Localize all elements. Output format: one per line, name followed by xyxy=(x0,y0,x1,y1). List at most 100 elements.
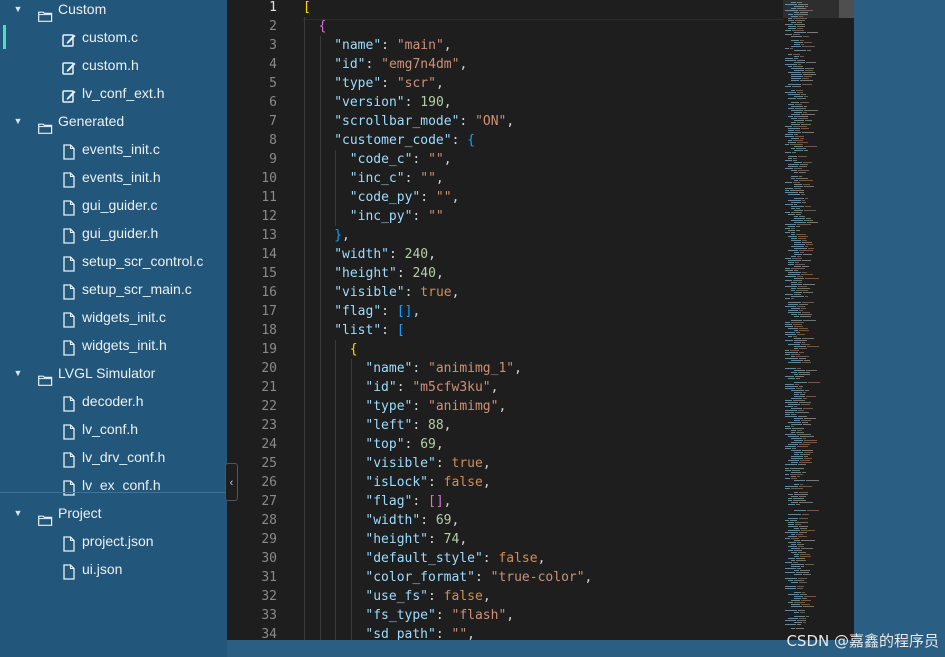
code-line[interactable]: "list": [ xyxy=(334,321,404,340)
file-icon xyxy=(62,281,76,300)
code-line[interactable]: "color_format": "true-color", xyxy=(365,568,592,587)
folder-custom[interactable]: ▼ Custom xyxy=(0,0,227,23)
code-line[interactable]: "flag": [], xyxy=(365,492,451,511)
code-editor[interactable]: 1 2 3 4 5 6 7 8 9 10 11 12 13 14 15 16 17 18 19 20 21 22 23 24 2… xyxy=(227,0,854,640)
code-token: } xyxy=(334,228,343,243)
folder-project[interactable]: ▼ Project xyxy=(0,499,227,527)
code-token: "" xyxy=(428,209,444,224)
code-line[interactable]: "visible": true, xyxy=(365,454,490,473)
code-line[interactable]: "name": "main", xyxy=(334,36,451,55)
code-line[interactable]: "type": "scr", xyxy=(334,74,444,93)
code-token: , xyxy=(459,532,468,547)
code-line[interactable]: "id": "emg7n4dm", xyxy=(334,55,467,74)
tree-item-label: widgets_init.h xyxy=(82,337,167,353)
active-file-marker xyxy=(3,25,6,49)
code-token: : xyxy=(428,475,444,490)
vertical-scrollbar-thumb[interactable] xyxy=(839,0,854,18)
file-widgets-init-h[interactable]: widgets_init.h xyxy=(0,331,227,359)
file-lv-drv-conf-h[interactable]: lv_drv_conf.h xyxy=(0,443,227,471)
code-token: "visible" xyxy=(334,285,405,300)
line-number: 2 xyxy=(269,19,277,34)
tree-item-label: LVGL Simulator xyxy=(58,365,156,381)
code-line[interactable]: "top": 69, xyxy=(365,435,443,454)
file-events-init-c[interactable]: events_init.c xyxy=(0,135,227,163)
file-gui-guider-c[interactable]: gui_guider.c xyxy=(0,191,227,219)
code-token: : xyxy=(404,437,421,452)
code-line[interactable]: { xyxy=(319,17,327,36)
code-line[interactable]: "isLock": false, xyxy=(365,473,490,492)
code-line[interactable]: "visible": true, xyxy=(334,283,459,302)
chevron-down-icon[interactable]: ▼ xyxy=(12,0,24,23)
code-line[interactable]: "customer_code": { xyxy=(334,131,475,150)
chevron-down-icon[interactable]: ▼ xyxy=(12,499,24,527)
folder-open-icon xyxy=(38,367,53,386)
code-line[interactable]: "default_style": false, xyxy=(365,549,545,568)
code-line[interactable]: "fs_type": "flash", xyxy=(365,606,514,625)
line-number: 15 xyxy=(261,266,277,281)
code-line[interactable]: "height": 74, xyxy=(365,530,467,549)
file-custom-c[interactable]: custom.c xyxy=(0,23,227,51)
code-token: "type" xyxy=(334,76,382,91)
code-token: "version" xyxy=(334,95,405,110)
code-line[interactable]: "code_py": "", xyxy=(350,188,460,207)
tree-item-label: decoder.h xyxy=(82,393,144,409)
chevron-down-icon[interactable]: ▼ xyxy=(12,107,24,135)
code-line[interactable]: "flag": [], xyxy=(334,302,420,321)
file-custom-h[interactable]: custom.h xyxy=(0,51,227,79)
code-line[interactable]: "type": "animimg", xyxy=(365,397,506,416)
code-token: "true-color" xyxy=(490,570,585,585)
code-line[interactable]: [ xyxy=(303,0,311,17)
code-line[interactable]: "width": 69, xyxy=(365,511,459,530)
code-line[interactable]: }, xyxy=(334,226,350,245)
folder-generated[interactable]: ▼ Generated xyxy=(0,107,227,135)
code-token: : xyxy=(412,361,429,376)
code-line[interactable]: "inc_py": "" xyxy=(350,207,444,226)
code-line[interactable]: "version": 190, xyxy=(334,93,451,112)
file-icon xyxy=(62,141,76,160)
file-project-json[interactable]: project.json xyxy=(0,527,227,555)
code-line[interactable]: "scrollbar_mode": "ON", xyxy=(334,112,514,131)
code-line[interactable]: "id": "m5cfw3ku", xyxy=(365,378,498,397)
code-line[interactable]: "name": "animimg_1", xyxy=(365,359,522,378)
line-number: 32 xyxy=(261,589,277,604)
tree-item-label: Custom xyxy=(58,1,107,17)
file-decoder-h[interactable]: decoder.h xyxy=(0,387,227,415)
file-widgets-init-c[interactable]: widgets_init.c xyxy=(0,303,227,331)
code-line[interactable]: "use_fs": false, xyxy=(365,587,490,606)
code-line[interactable]: "width": 240, xyxy=(334,245,436,264)
code-token: "top" xyxy=(365,437,405,452)
code-area[interactable]: [{"name": "main", "id": "emg7n4dm", "type"… xyxy=(303,0,783,640)
indent-guide xyxy=(335,150,337,226)
code-token: , xyxy=(435,266,444,281)
file-gui-guider-h[interactable]: gui_guider.h xyxy=(0,219,227,247)
code-token: , xyxy=(506,114,515,129)
folder-open-icon xyxy=(38,3,53,22)
code-token: , xyxy=(443,494,452,509)
file-explorer: ▼ Custom custom.c custom.h lv_conf_ext.h ▼ Gen… xyxy=(0,0,227,657)
edit-file-icon xyxy=(62,57,76,75)
explorer-divider xyxy=(0,492,227,493)
file-icon xyxy=(62,533,76,552)
minimap[interactable] xyxy=(783,0,854,640)
file-lv-conf-ext-h[interactable]: lv_conf_ext.h xyxy=(0,79,227,107)
code-token: "list" xyxy=(334,323,382,338)
file-setup-scr-control-c[interactable]: setup_scr_control.c xyxy=(0,247,227,275)
folder-lvgl-simulator[interactable]: ▼ LVGL Simulator xyxy=(0,359,227,387)
file-events-init-h[interactable]: events_init.h xyxy=(0,163,227,191)
code-line[interactable]: { xyxy=(350,340,358,359)
file-icon xyxy=(62,561,76,580)
file-lv-ex-conf-h[interactable]: lv_ex_conf.h xyxy=(0,471,227,499)
code-line[interactable]: "code_c": "", xyxy=(350,150,452,169)
code-line[interactable]: "inc_c": "", xyxy=(350,169,444,188)
line-number: 30 xyxy=(261,551,277,566)
collapse-sidebar-button[interactable]: ‹ xyxy=(225,463,238,501)
code-line[interactable]: "left": 88, xyxy=(365,416,451,435)
code-line[interactable]: "sd_path": "", xyxy=(365,625,475,640)
chevron-down-icon[interactable]: ▼ xyxy=(12,359,24,387)
file-ui-json[interactable]: ui.json xyxy=(0,555,227,583)
code-token: 74 xyxy=(443,532,460,547)
file-setup-scr-main-c[interactable]: setup_scr_main.c xyxy=(0,275,227,303)
line-number-gutter: 1 2 3 4 5 6 7 8 9 10 11 12 13 14 15 16 17 18 19 20 21 22 23 24 2… xyxy=(227,0,295,640)
file-lv-conf-h[interactable]: lv_conf.h xyxy=(0,415,227,443)
code-line[interactable]: "height": 240, xyxy=(334,264,444,283)
